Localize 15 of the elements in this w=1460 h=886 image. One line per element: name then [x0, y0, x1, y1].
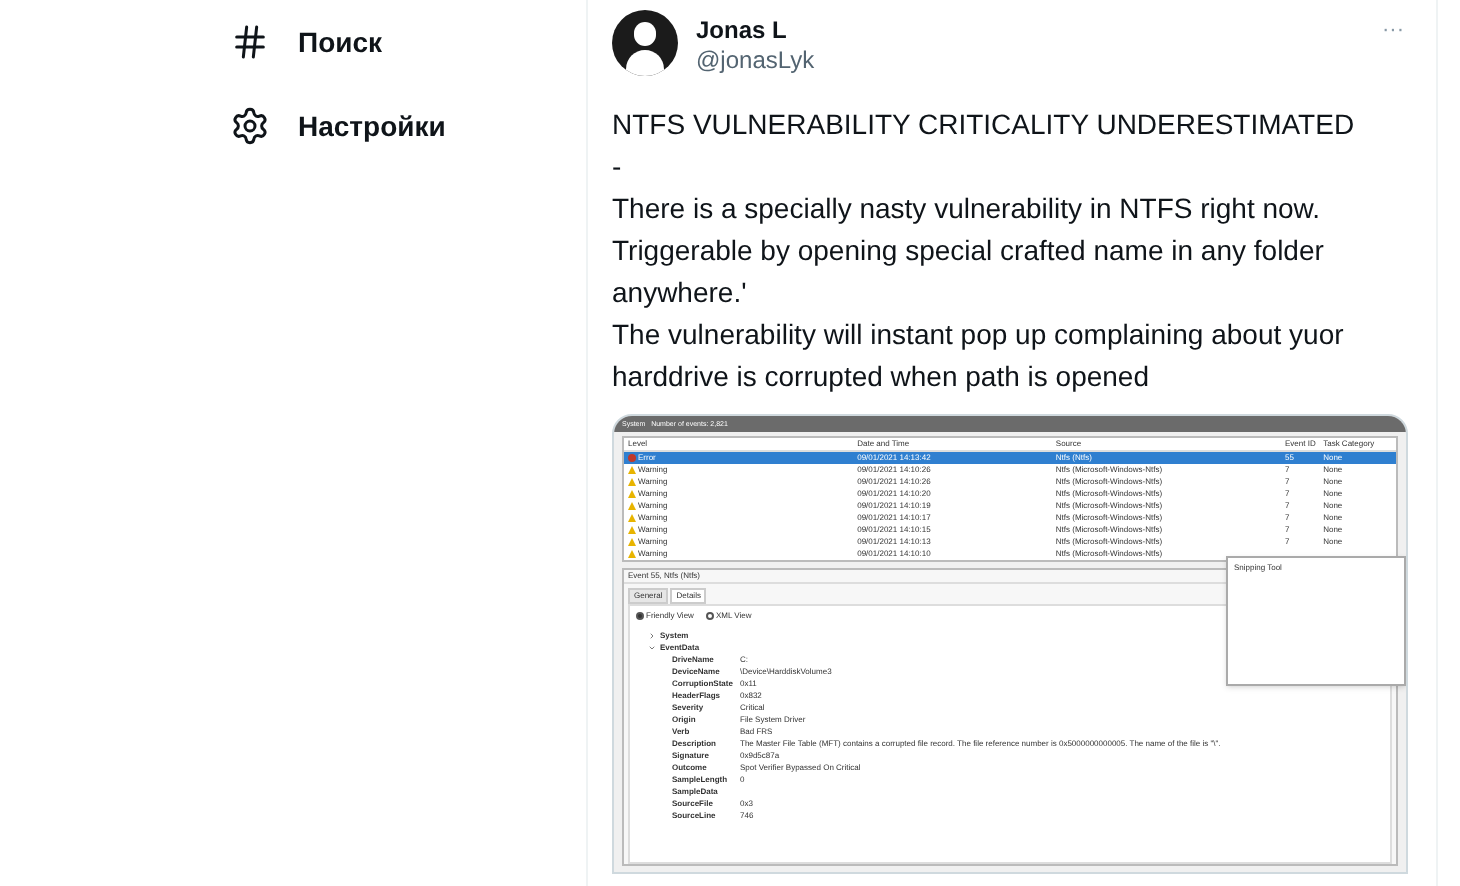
radio-button[interactable]	[705, 612, 714, 620]
error-icon	[628, 454, 636, 462]
sidebar-item[interactable]: Настройки	[298, 105, 446, 147]
settings-icon	[230, 106, 270, 146]
user-handle[interactable]: @jonasLyk	[696, 46, 815, 76]
tweet-text: There is a specially nasty vulnerability in NTFS right now.	[612, 190, 1323, 228]
sidebar-item[interactable]: Поиск	[298, 21, 383, 63]
user-name[interactable]: Jonas L	[696, 16, 815, 46]
avatar[interactable]	[612, 10, 678, 76]
tweet-text: The vulnerability will instant pop up complaining about yuor harddrive is corrupted when path is opened	[612, 316, 1346, 396]
tweet-text: Triggerable by opening special crafted name in any folder anywhere.'	[612, 232, 1326, 312]
radio-button[interactable]	[636, 612, 644, 620]
hash-icon	[230, 22, 270, 62]
tweet-text: -	[612, 148, 624, 186]
tweet-text: NTFS VULNERABILITY CRITICALITY UNDERESTIMATED	[612, 106, 1357, 144]
